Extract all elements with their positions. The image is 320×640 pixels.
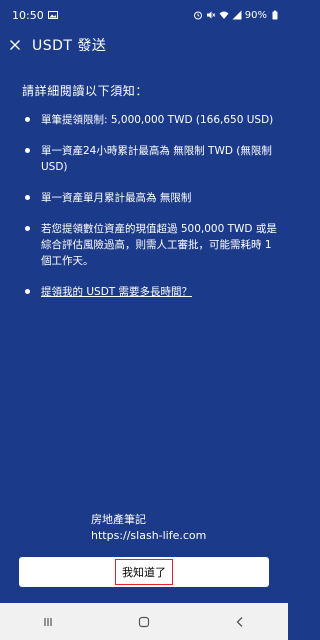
notice-heading: 請詳細閱讀以下須知： (22, 84, 149, 98)
battery-percentage: 90% (244, 9, 267, 21)
notice-item-manual-review: 若您提領數位資產的現值超過 500,000 TWD 或是綜合評估風險過高，則需人… (22, 221, 277, 269)
notice-text: 單筆提領限制: 5,000,000 TWD (166,650 USD) (41, 114, 274, 126)
wifi-icon (219, 10, 229, 20)
home-icon (138, 616, 150, 627)
battery-icon (270, 10, 280, 20)
watermark: 房地產筆記 https://slash-life.com (91, 512, 206, 544)
status-right: 90% (193, 10, 280, 21)
status-bar: 10:50 90% (0, 0, 288, 30)
close-button[interactable] (4, 34, 26, 56)
bullet-icon (25, 195, 30, 200)
page-title: USDT 發送 (32, 38, 107, 54)
acknowledge-button[interactable]: 我知道了 (19, 557, 269, 587)
close-icon (10, 40, 20, 50)
notice-text: 若您提領數位資產的現值超過 500,000 TWD 或是綜合評估風險過高，則需人… (41, 223, 277, 267)
recents-icon (44, 617, 52, 626)
status-time: 10:50 (12, 8, 44, 22)
notice-item-single-limit: 單筆提領限制: 5,000,000 TWD (166,650 USD) (22, 112, 277, 128)
back-icon (236, 616, 243, 627)
notice-list: 單筆提領限制: 5,000,000 TWD (166,650 USD) 單一資產… (22, 112, 277, 315)
notice-text: 單一資產單月累計最高為 無限制 (41, 192, 192, 204)
bullet-icon (25, 117, 30, 122)
system-nav-bar (0, 603, 288, 640)
withdrawal-time-link[interactable]: 提領我的 USDT 需要多長時間？ (41, 286, 192, 298)
status-left: 10:50 (12, 9, 58, 22)
notice-text: 單一資產24小時累計最高為 無限制 TWD (無限制 USD) (41, 145, 272, 173)
image-notification-icon (47, 10, 58, 20)
signal-icon (232, 10, 242, 20)
acknowledge-label: 我知道了 (115, 559, 173, 585)
notice-item-monthly-limit: 單一資產單月累計最高為 無限制 (22, 190, 277, 206)
watermark-url: https://slash-life.com (91, 529, 207, 542)
back-button[interactable] (228, 610, 252, 634)
recents-button[interactable] (36, 610, 60, 634)
notice-item-faq[interactable]: 提領我的 USDT 需要多長時間？ (22, 284, 277, 300)
home-button[interactable] (132, 610, 156, 634)
bullet-icon (25, 226, 30, 231)
mute-icon (206, 10, 216, 20)
bullet-icon (25, 289, 30, 294)
watermark-title: 房地產筆記 (91, 513, 146, 526)
bullet-icon (25, 148, 30, 153)
app-bar: USDT 發送 (0, 30, 288, 60)
alarm-icon (193, 10, 203, 20)
notice-item-daily-limit: 單一資產24小時累計最高為 無限制 TWD (無限制 USD) (22, 143, 277, 175)
